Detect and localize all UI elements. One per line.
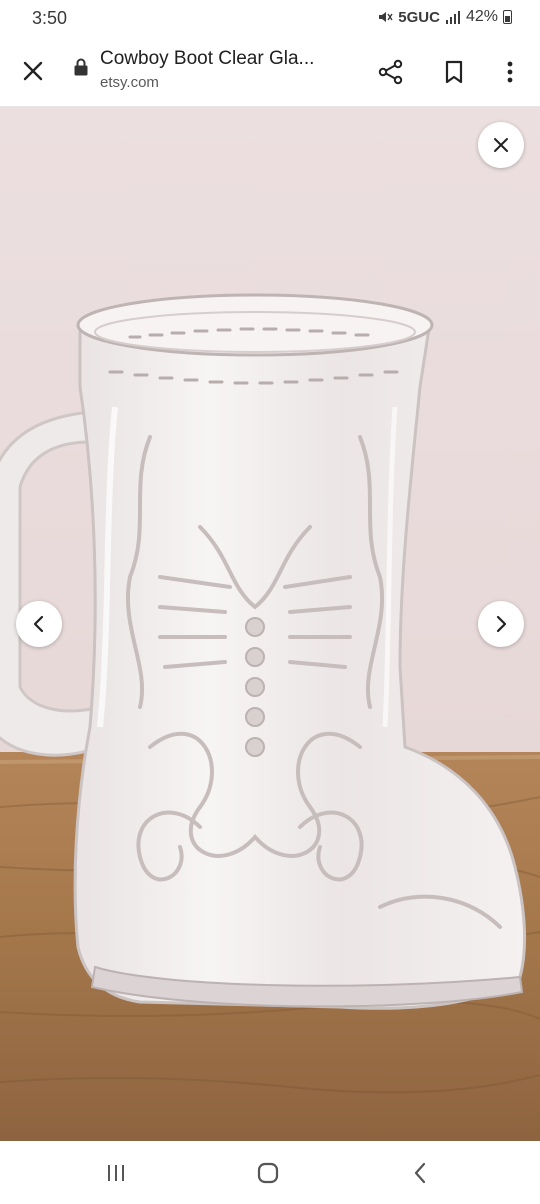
image-viewer[interactable] [0,107,540,1141]
network-type: 5GUC [398,8,440,26]
close-tab-button[interactable] [16,54,50,88]
mute-icon [379,12,393,22]
lock-icon [74,58,88,76]
bookmark-button[interactable] [436,54,472,90]
battery-icon [503,10,512,24]
page-title: Cowboy Boot Clear Gla... [100,48,315,69]
recents-button[interactable] [96,1155,136,1191]
chevron-left-icon [33,615,44,633]
status-time: 3:50 [32,8,68,28]
signal-icon [445,11,460,24]
page-url: etsy.com [100,74,159,91]
recents-icon [108,1165,124,1181]
product-photo [0,107,540,1141]
status-indicators: 5GUC 42% [377,8,512,26]
bookmark-icon [445,60,463,84]
next-image-button[interactable] [478,601,524,647]
share-button[interactable] [373,54,409,90]
previous-image-button[interactable] [16,601,62,647]
back-icon [414,1162,426,1184]
close-icon [23,61,43,81]
close-viewer-button[interactable] [478,122,524,168]
custom-tab-toolbar: Cowboy Boot Clear Gla... etsy.com [0,38,540,107]
battery-percent: 42% [465,8,498,25]
more-options-button[interactable] [492,54,528,90]
system-navigation-bar [0,1141,540,1204]
home-button[interactable] [248,1155,288,1191]
home-icon [257,1162,279,1184]
back-button[interactable] [400,1155,440,1191]
share-icon [378,59,403,85]
more-vert-icon [507,61,513,83]
mug-rim [76,293,434,357]
chevron-right-icon [496,615,507,633]
close-icon [494,138,508,152]
title-block[interactable]: Cowboy Boot Clear Gla... etsy.com [100,48,360,91]
status-bar: 3:50 5GUC 42% [0,0,540,38]
